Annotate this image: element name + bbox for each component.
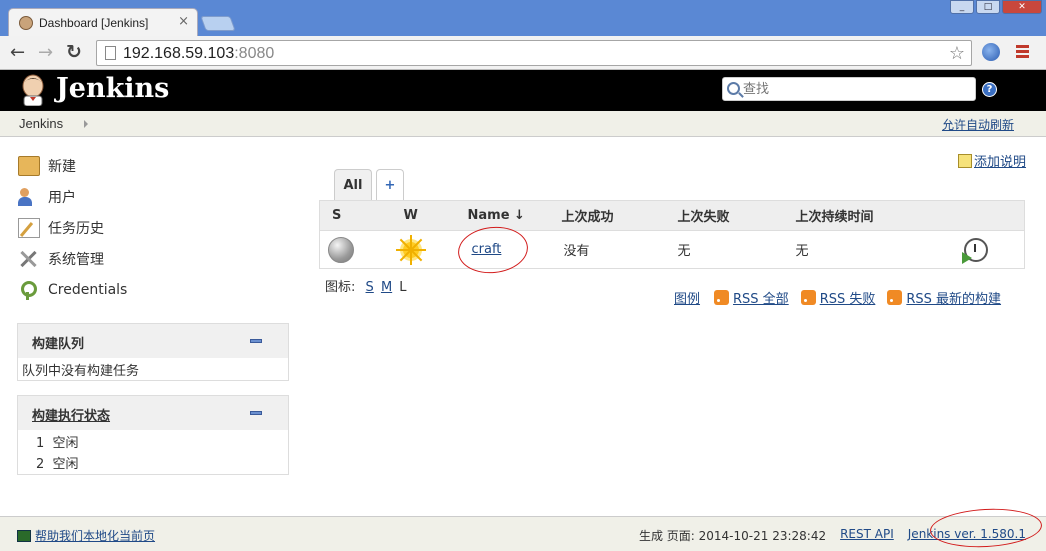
rss-icon [887,290,903,305]
browser-menu-icon[interactable] [1016,45,1029,60]
rss-icon [714,290,730,305]
jenkins-favicon-icon [19,16,33,30]
build-queue-empty: 队列中没有构建任务 [18,358,288,380]
col-last-success[interactable]: 上次成功 [561,200,678,231]
schedule-build-icon[interactable] [961,237,988,264]
jenkins-butler-logo-icon[interactable] [18,74,48,106]
sidebar-item-users[interactable]: 用户 [18,186,76,208]
last-duration-cell: 无 [795,230,956,269]
bookmark-star-icon[interactable]: ☆ [949,43,965,64]
sidebar-item-label: Credentials [48,282,128,298]
sidebar-item-credentials[interactable]: Credentials [18,279,127,301]
back-arrow-icon[interactable]: ← [10,43,25,63]
tab-close-icon[interactable]: × [178,14,189,29]
table-header-row: S W Name ↓ 上次成功 上次失败 上次持续时间 [319,200,1025,231]
rss-latest-link[interactable]: RSS 最新的构建 [887,288,1001,307]
help-icon[interactable]: ? [982,82,997,97]
executor-status-header: 构建执行状态 [18,396,288,430]
localization-icon [17,529,31,542]
icon-size-s[interactable]: S [366,280,374,295]
edit-description-icon [958,153,972,168]
last-success-cell: 没有 [561,230,678,269]
table-row: craft 没有 无 无 [319,230,1025,269]
jobs-table: S W Name ↓ 上次成功 上次失败 上次持续时间 craft 没有 无 无 [319,200,1025,269]
close-window-button[interactable]: ✕ [1002,0,1042,14]
minimize-button[interactable]: _ [950,0,974,14]
manage-tools-icon [18,249,40,269]
rss-all-link[interactable]: RSS 全部 [714,288,789,307]
forward-arrow-icon[interactable]: → [38,43,53,63]
build-queue-panel: 构建队列 队列中没有构建任务 [17,323,289,381]
build-history-icon [18,218,40,238]
status-cell [319,230,392,269]
sidebar-item-manage[interactable]: 系统管理 [18,248,104,270]
breadcrumb: Jenkins 允许自动刷新 [0,111,1046,137]
tab-all[interactable]: All [334,169,372,201]
tab-add-view[interactable]: + [376,169,404,201]
jenkins-logo-text[interactable]: Jenkins [56,73,169,104]
globe-icon[interactable] [982,43,1000,61]
collapse-icon[interactable] [250,411,262,415]
col-last-failure[interactable]: 上次失败 [677,200,796,231]
col-last-duration[interactable]: 上次持续时间 [795,200,956,231]
legend-link[interactable]: 图例 [674,288,700,307]
executor-status-panel: 构建执行状态 1 空闲 2 空闲 [17,395,289,475]
icon-size-m[interactable]: M [381,280,392,295]
sidebar-item-new[interactable]: 新建 [18,155,76,177]
search-icon [727,82,740,95]
sidebar-item-build-history[interactable]: 任务历史 [18,217,104,239]
icon-size-l: L [399,280,407,295]
page-footer: 帮助我们本地化当前页 生成 页面: 2014-10-21 23:28:42 RE… [0,516,1046,551]
sunny-weather-icon [395,234,426,265]
new-item-icon [18,156,40,176]
build-queue-header: 构建队列 [18,324,288,358]
jenkins-header: Jenkins ? [0,70,1046,111]
col-status[interactable]: S [319,200,392,231]
auto-refresh-link[interactable]: 允许自动刷新 [942,116,1014,133]
window-controls: _ □ ✕ [950,0,1042,14]
breadcrumb-jenkins[interactable]: Jenkins [19,116,63,131]
browser-tab-strip: Dashboard [Jenkins] × _ □ ✕ [0,0,1046,36]
browser-toolbar: ← → ↻ 192.168.59.103:8080 ☆ [0,36,1046,70]
rest-api-link[interactable]: REST API [840,527,894,544]
address-bar[interactable]: 192.168.59.103:8080 ☆ [96,40,972,66]
col-actions [955,200,1025,231]
browser-tab[interactable]: Dashboard [Jenkins] × [8,8,198,36]
credentials-icon [18,280,40,300]
generated-timestamp: 生成 页面: 2014-10-21 23:28:42 [638,529,827,543]
rss-icon [800,290,816,305]
search-input[interactable] [743,80,971,98]
search-box [722,77,976,101]
icon-size-label: 图标: [325,280,356,295]
localize-help-link[interactable]: 帮助我们本地化当前页 [17,527,155,544]
executor-status-link[interactable]: 构建执行状态 [32,405,110,424]
add-description-link[interactable]: 添加说明 [958,151,1026,170]
executor-list: 1 空闲 2 空闲 [18,430,288,474]
url-text: 192.168.59.103:8080 [123,45,275,62]
users-icon [18,187,40,207]
maximize-button[interactable]: □ [976,0,1000,14]
weather-cell [391,230,468,269]
sidebar-item-label: 任务历史 [48,221,104,237]
col-weather[interactable]: W [391,200,468,231]
col-name[interactable]: Name ↓ [467,200,562,231]
breadcrumb-arrow-icon[interactable] [84,120,88,128]
icon-size-selector: 图标: S M L [325,276,407,295]
sidebar-item-label: 系统管理 [48,252,104,268]
reload-icon[interactable]: ↻ [66,42,82,62]
sidebar-item-label: 新建 [48,159,76,175]
status-ball-icon [328,236,354,263]
new-tab-button[interactable] [200,16,236,31]
collapse-icon[interactable] [250,339,262,343]
page-icon [105,46,116,60]
rss-links: 图例 RSS 全部 RSS 失败 RSS 最新的构建 [674,288,1013,307]
tab-title: Dashboard [Jenkins] [39,16,149,30]
executor-row: 1 空闲 [36,436,79,451]
action-cell [955,230,1025,269]
executor-row: 2 空闲 [36,457,79,472]
last-failure-cell: 无 [677,230,796,269]
build-queue-title: 构建队列 [32,337,85,352]
sidebar-item-label: 用户 [48,190,76,206]
rss-failed-link[interactable]: RSS 失败 [800,288,875,307]
